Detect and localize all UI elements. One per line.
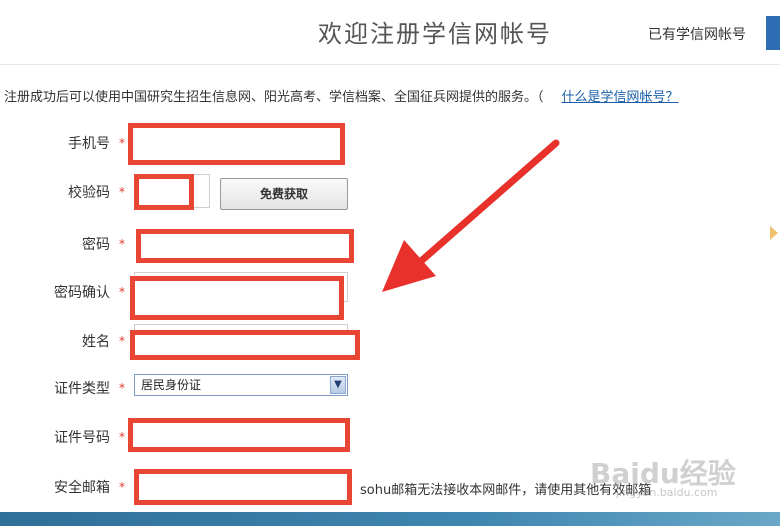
intro-description: 注册成功后可以使用中国研究生招生信息网、阳光高考、学信档案、全国征兵网提供的服务… xyxy=(4,90,538,105)
page-header: 欢迎注册学信网帐号 已有学信网帐号 xyxy=(0,0,780,65)
intro-text: 注册成功后可以使用中国研究生招生信息网、阳光高考、学信档案、全国征兵网提供的服务… xyxy=(4,86,679,105)
page-title: 欢迎注册学信网帐号 xyxy=(318,20,552,48)
name-input[interactable] xyxy=(130,330,360,360)
bottom-strip xyxy=(0,512,780,526)
password-label: 密码 xyxy=(82,237,110,253)
phone-required-mark: * xyxy=(119,136,125,150)
password-confirm-input[interactable] xyxy=(130,276,344,320)
id-type-select[interactable]: 居民身份证 ▼ xyxy=(134,374,348,396)
get-code-button[interactable]: 免费获取 xyxy=(220,178,348,210)
id-type-label: 证件类型 xyxy=(54,381,110,397)
id-type-value: 居民身份证 xyxy=(141,378,202,392)
code-input[interactable] xyxy=(134,174,194,210)
id-number-label: 证件号码 xyxy=(54,430,110,446)
password-confirm-required-mark: * xyxy=(119,285,125,299)
code-required-mark: * xyxy=(119,185,125,199)
name-label: 姓名 xyxy=(82,334,110,350)
chevron-down-icon[interactable]: ▼ xyxy=(330,376,346,394)
phone-input[interactable] xyxy=(128,123,345,165)
id-type-required-mark: * xyxy=(119,381,125,395)
email-label: 安全邮箱 xyxy=(54,480,110,496)
baidu-watermark-url: jingyan.baidu.com xyxy=(616,486,718,499)
intro-paren: （ xyxy=(537,90,544,105)
login-tab-button[interactable] xyxy=(766,16,780,50)
code-label: 校验码 xyxy=(68,185,110,201)
side-decoration-icon xyxy=(770,226,778,240)
email-required-mark: * xyxy=(119,480,125,494)
email-input[interactable] xyxy=(134,469,352,505)
name-required-mark: * xyxy=(119,334,125,348)
existing-account-link[interactable]: 已有学信网帐号 xyxy=(648,24,746,44)
password-input[interactable] xyxy=(136,229,354,263)
password-required-mark: * xyxy=(119,237,125,251)
what-is-account-link[interactable]: 什么是学信网帐号？ xyxy=(562,90,679,105)
id-number-input[interactable] xyxy=(128,418,350,452)
phone-label: 手机号 xyxy=(68,136,110,152)
password-confirm-label: 密码确认 xyxy=(54,285,110,301)
annotation-arrow-icon xyxy=(382,139,560,292)
id-number-required-mark: * xyxy=(119,430,125,444)
